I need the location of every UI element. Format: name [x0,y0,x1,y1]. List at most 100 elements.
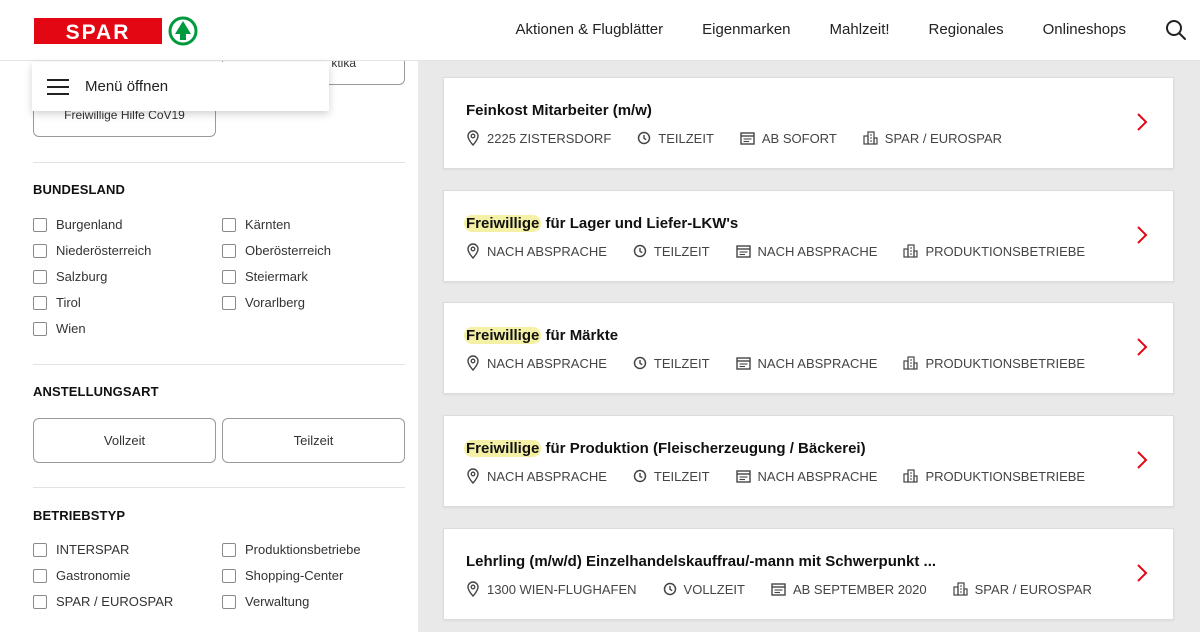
checkbox-box[interactable] [33,217,47,232]
checkbox-box[interactable] [222,568,236,583]
clock-icon [633,469,647,483]
job-start-date: NACH ABSPRACHE [735,243,878,259]
spar-logo-text: SPAR [66,21,131,44]
location-pin-icon [467,130,479,146]
calendar-icon [771,583,786,596]
job-card[interactable]: Freiwillige für Märkte NACH ABSPRACHE TEIL… [443,302,1174,394]
checkbox-kaernten[interactable]: Kärnten [222,217,291,232]
filter-button-teilzeit-label: Teilzeit [293,433,334,448]
divider [33,487,405,488]
checkbox-label: Oberösterreich [245,243,331,258]
checkbox-salzburg[interactable]: Salzburg [33,269,107,284]
checkbox-tirol[interactable]: Tirol [33,295,81,310]
checkbox-spar-eurospar[interactable]: SPAR / EUROSPAR [33,594,173,609]
menu-open-button[interactable]: Menü öffnen [32,62,329,111]
chevron-right-icon [1137,226,1148,244]
checkbox-burgenland[interactable]: Burgenland [33,217,123,232]
job-start-date-text: NACH ABSPRACHE [757,243,878,259]
checkbox-label: SPAR / EUROSPAR [56,594,174,609]
job-start-date-text: AB SOFORT [761,130,837,146]
checkbox-label: Vorarlberg [245,295,305,310]
checkbox-box[interactable] [33,243,47,258]
checkbox-label: Tirol [56,295,81,310]
checkbox-label: INTERSPAR [56,542,130,557]
checkbox-vorarlberg[interactable]: Vorarlberg [222,295,305,310]
spar-logo[interactable]: SPAR [34,16,198,46]
job-card[interactable]: Feinkost Mitarbeiter (m/w) 2225 ZISTERSDO… [443,77,1174,169]
site-header: SPAR Aktionen & Flugblätter Eigenmarken … [0,0,1200,61]
job-card[interactable]: Freiwillige für Lager und Liefer-LKW's NA… [443,190,1174,282]
job-location: NACH ABSPRACHE [466,243,607,259]
checkbox-shopping-center[interactable]: Shopping-Center [222,568,343,583]
checkbox-oberoesterreich[interactable]: Oberösterreich [222,243,331,258]
job-company-text: PRODUKTIONSBETRIEBE [925,355,1086,371]
clock-icon [638,131,651,145]
nav-regionales[interactable]: Regionales [929,20,1004,40]
checkbox-box[interactable] [222,243,236,258]
checkbox-box[interactable] [33,321,47,336]
clock-icon [663,582,676,596]
checkbox-box[interactable] [222,295,236,310]
checkbox-label: Salzburg [56,269,108,284]
divider [33,364,405,365]
checkbox-niederoesterreich[interactable]: Niederösterreich [33,243,151,258]
checkbox-box[interactable] [33,542,47,557]
job-title-text: Feinkost Mitarbeiter (m/w) [466,102,652,119]
checkbox-interspar[interactable]: INTERSPAR [33,542,129,557]
job-employment-type: TEILZEIT [633,244,710,259]
job-meta: NACH ABSPRACHE TEILZEIT NACH ABSPRACHE PROD… [466,468,1111,484]
checkbox-steiermark[interactable]: Steiermark [222,269,308,284]
job-company-text: PRODUKTIONSBETRIEBE [925,468,1086,484]
section-title-betriebstyp: BETRIEBSTYP [33,508,126,523]
checkbox-box[interactable] [222,269,236,284]
job-location-text: 1300 WIEN-FLUGHAFEN [487,581,637,597]
checkbox-verwaltung[interactable]: Verwaltung [222,594,309,609]
building-icon [953,582,968,596]
job-company: PRODUKTIONSBETRIEBE [903,469,1085,484]
checkbox-box[interactable] [33,594,47,609]
job-title-highlight: Freiwillige [464,215,542,232]
chevron-right-icon [1137,451,1148,469]
job-title: Freiwillige für Lager und Liefer-LKW's [464,215,738,232]
job-employment-type: TEILZEIT [637,131,714,146]
location-pin-icon [467,355,479,371]
calendar-icon [740,132,755,145]
checkbox-label: Gastronomie [56,568,131,583]
nav-aktionen[interactable]: Aktionen & Flugblätter [516,20,664,40]
filter-button-vollzeit[interactable]: Vollzeit [33,418,216,463]
checkbox-produktionsbetriebe[interactable]: Produktionsbetriebe [222,542,361,557]
search-icon[interactable] [1164,18,1188,42]
checkbox-wien[interactable]: Wien [33,321,86,336]
checkbox-box[interactable] [33,295,47,310]
location-pin-icon [467,581,479,597]
job-company: PRODUKTIONSBETRIEBE [903,356,1085,371]
nav-mahlzeit[interactable]: Mahlzeit! [830,20,890,40]
job-title-text: für Märkte [541,327,619,344]
job-employment-type-text: TEILZEIT [653,355,710,371]
checkbox-box[interactable] [33,568,47,583]
job-employment-type-text: TEILZEIT [653,468,710,484]
calendar-icon [735,357,751,370]
job-title: Feinkost Mitarbeiter (m/w) [466,102,652,119]
job-title-text: für Produktion (Fleischerzeugung / Bäcke… [541,440,866,457]
job-employment-type-text: TEILZEIT [658,130,714,146]
checkbox-label: Steiermark [245,269,308,284]
checkbox-label: Niederösterreich [56,243,152,258]
checkbox-label: Burgenland [56,217,123,232]
checkbox-box[interactable] [222,217,236,232]
filter-button-teilzeit[interactable]: Teilzeit [222,418,405,463]
job-location: NACH ABSPRACHE [466,468,607,484]
checkbox-box[interactable] [222,594,236,609]
checkbox-box[interactable] [33,269,47,284]
job-card[interactable]: Lehrling (m/w/d) Einzelhandelskauffrau/-… [443,528,1174,620]
nav-onlineshops[interactable]: Onlineshops [1043,20,1126,40]
job-start-date-text: NACH ABSPRACHE [757,468,878,484]
checkbox-box[interactable] [222,542,236,557]
nav-eigenmarken[interactable]: Eigenmarken [702,20,790,40]
building-icon [903,469,919,483]
menu-open-label: Menü öffnen [85,78,169,95]
job-card[interactable]: Freiwillige für Produktion (Fleischerzeu… [443,415,1174,507]
checkbox-gastronomie[interactable]: Gastronomie [33,568,130,583]
job-title-highlight: Freiwillige [464,327,542,344]
job-title: Freiwillige für Märkte [464,327,619,344]
